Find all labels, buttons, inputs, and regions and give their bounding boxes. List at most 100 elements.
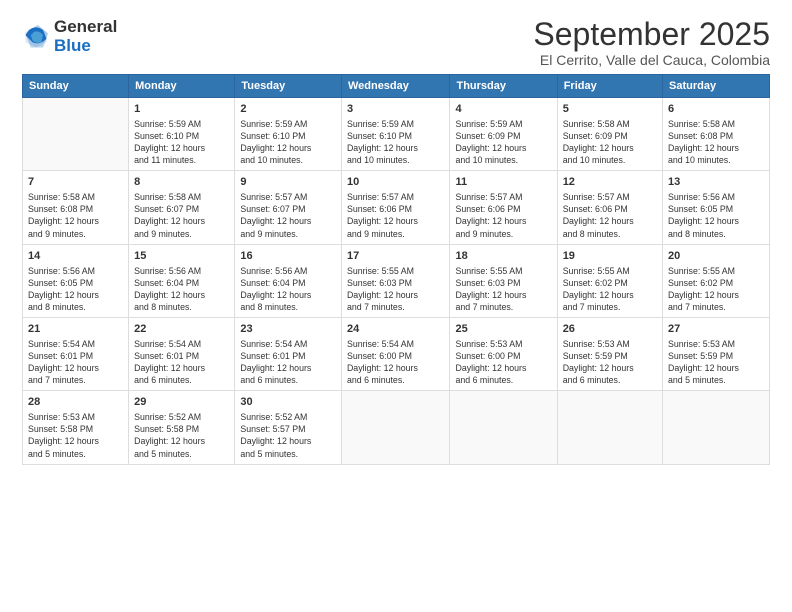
day-cell: 10Sunrise: 5:57 AMSunset: 6:06 PMDayligh… <box>341 171 450 244</box>
day-cell: 14Sunrise: 5:56 AMSunset: 6:05 PMDayligh… <box>23 244 129 317</box>
day-cell: 18Sunrise: 5:55 AMSunset: 6:03 PMDayligh… <box>450 244 557 317</box>
day-detail: Sunrise: 5:53 AMSunset: 5:59 PMDaylight:… <box>668 338 764 387</box>
day-number: 2 <box>240 102 336 117</box>
day-cell: 9Sunrise: 5:57 AMSunset: 6:07 PMDaylight… <box>235 171 342 244</box>
day-detail: Sunrise: 5:57 AMSunset: 6:06 PMDaylight:… <box>563 191 657 240</box>
day-number: 12 <box>563 175 657 190</box>
day-cell: 29Sunrise: 5:52 AMSunset: 5:58 PMDayligh… <box>129 391 235 464</box>
day-number: 16 <box>240 249 336 264</box>
day-number: 7 <box>28 175 123 190</box>
day-number: 8 <box>134 175 229 190</box>
day-detail: Sunrise: 5:56 AMSunset: 6:05 PMDaylight:… <box>28 265 123 314</box>
day-cell: 12Sunrise: 5:57 AMSunset: 6:06 PMDayligh… <box>557 171 662 244</box>
day-cell <box>557 391 662 464</box>
day-number: 15 <box>134 249 229 264</box>
day-number: 5 <box>563 102 657 117</box>
day-detail: Sunrise: 5:56 AMSunset: 6:04 PMDaylight:… <box>134 265 229 314</box>
day-detail: Sunrise: 5:54 AMSunset: 6:01 PMDaylight:… <box>240 338 336 387</box>
day-detail: Sunrise: 5:55 AMSunset: 6:02 PMDaylight:… <box>563 265 657 314</box>
day-number: 30 <box>240 395 336 410</box>
day-cell: 4Sunrise: 5:59 AMSunset: 6:09 PMDaylight… <box>450 98 557 171</box>
day-cell: 20Sunrise: 5:55 AMSunset: 6:02 PMDayligh… <box>663 244 770 317</box>
logo-text-block: General Blue <box>54 18 117 55</box>
day-cell: 3Sunrise: 5:59 AMSunset: 6:10 PMDaylight… <box>341 98 450 171</box>
day-number: 1 <box>134 102 229 117</box>
week-row-3: 14Sunrise: 5:56 AMSunset: 6:05 PMDayligh… <box>23 244 770 317</box>
day-number: 27 <box>668 322 764 337</box>
day-detail: Sunrise: 5:58 AMSunset: 6:09 PMDaylight:… <box>563 118 657 167</box>
day-number: 25 <box>455 322 551 337</box>
day-cell: 21Sunrise: 5:54 AMSunset: 6:01 PMDayligh… <box>23 318 129 391</box>
day-detail: Sunrise: 5:52 AMSunset: 5:58 PMDaylight:… <box>134 411 229 460</box>
day-detail: Sunrise: 5:55 AMSunset: 6:03 PMDaylight:… <box>455 265 551 314</box>
day-cell: 22Sunrise: 5:54 AMSunset: 6:01 PMDayligh… <box>129 318 235 391</box>
day-cell: 19Sunrise: 5:55 AMSunset: 6:02 PMDayligh… <box>557 244 662 317</box>
day-cell: 15Sunrise: 5:56 AMSunset: 6:04 PMDayligh… <box>129 244 235 317</box>
col-sunday: Sunday <box>23 75 129 98</box>
calendar-header-row: Sunday Monday Tuesday Wednesday Thursday… <box>23 75 770 98</box>
logo-line1: General <box>54 18 117 37</box>
day-cell <box>23 98 129 171</box>
day-detail: Sunrise: 5:56 AMSunset: 6:04 PMDaylight:… <box>240 265 336 314</box>
day-cell: 8Sunrise: 5:58 AMSunset: 6:07 PMDaylight… <box>129 171 235 244</box>
day-detail: Sunrise: 5:59 AMSunset: 6:10 PMDaylight:… <box>240 118 336 167</box>
col-wednesday: Wednesday <box>341 75 450 98</box>
day-cell: 28Sunrise: 5:53 AMSunset: 5:58 PMDayligh… <box>23 391 129 464</box>
day-detail: Sunrise: 5:54 AMSunset: 6:01 PMDaylight:… <box>134 338 229 387</box>
day-cell <box>450 391 557 464</box>
day-cell: 24Sunrise: 5:54 AMSunset: 6:00 PMDayligh… <box>341 318 450 391</box>
day-number: 18 <box>455 249 551 264</box>
week-row-5: 28Sunrise: 5:53 AMSunset: 5:58 PMDayligh… <box>23 391 770 464</box>
day-detail: Sunrise: 5:53 AMSunset: 5:59 PMDaylight:… <box>563 338 657 387</box>
day-number: 26 <box>563 322 657 337</box>
day-detail: Sunrise: 5:58 AMSunset: 6:08 PMDaylight:… <box>28 191 123 240</box>
day-cell: 7Sunrise: 5:58 AMSunset: 6:08 PMDaylight… <box>23 171 129 244</box>
day-detail: Sunrise: 5:54 AMSunset: 6:01 PMDaylight:… <box>28 338 123 387</box>
day-number: 6 <box>668 102 764 117</box>
day-detail: Sunrise: 5:54 AMSunset: 6:00 PMDaylight:… <box>347 338 445 387</box>
week-row-4: 21Sunrise: 5:54 AMSunset: 6:01 PMDayligh… <box>23 318 770 391</box>
day-cell: 27Sunrise: 5:53 AMSunset: 5:59 PMDayligh… <box>663 318 770 391</box>
day-number: 19 <box>563 249 657 264</box>
day-cell: 17Sunrise: 5:55 AMSunset: 6:03 PMDayligh… <box>341 244 450 317</box>
day-cell <box>341 391 450 464</box>
day-cell: 26Sunrise: 5:53 AMSunset: 5:59 PMDayligh… <box>557 318 662 391</box>
header: General Blue September 2025 El Cerrito, … <box>22 18 770 68</box>
day-cell: 2Sunrise: 5:59 AMSunset: 6:10 PMDaylight… <box>235 98 342 171</box>
day-number: 17 <box>347 249 445 264</box>
day-number: 3 <box>347 102 445 117</box>
day-cell: 5Sunrise: 5:58 AMSunset: 6:09 PMDaylight… <box>557 98 662 171</box>
day-detail: Sunrise: 5:59 AMSunset: 6:09 PMDaylight:… <box>455 118 551 167</box>
day-number: 22 <box>134 322 229 337</box>
day-number: 23 <box>240 322 336 337</box>
col-tuesday: Tuesday <box>235 75 342 98</box>
day-cell: 11Sunrise: 5:57 AMSunset: 6:06 PMDayligh… <box>450 171 557 244</box>
day-number: 13 <box>668 175 764 190</box>
day-detail: Sunrise: 5:58 AMSunset: 6:07 PMDaylight:… <box>134 191 229 240</box>
col-saturday: Saturday <box>663 75 770 98</box>
day-detail: Sunrise: 5:57 AMSunset: 6:07 PMDaylight:… <box>240 191 336 240</box>
day-detail: Sunrise: 5:55 AMSunset: 6:03 PMDaylight:… <box>347 265 445 314</box>
day-detail: Sunrise: 5:53 AMSunset: 5:58 PMDaylight:… <box>28 411 123 460</box>
day-detail: Sunrise: 5:55 AMSunset: 6:02 PMDaylight:… <box>668 265 764 314</box>
col-thursday: Thursday <box>450 75 557 98</box>
day-cell: 13Sunrise: 5:56 AMSunset: 6:05 PMDayligh… <box>663 171 770 244</box>
day-number: 10 <box>347 175 445 190</box>
day-detail: Sunrise: 5:52 AMSunset: 5:57 PMDaylight:… <box>240 411 336 460</box>
day-detail: Sunrise: 5:57 AMSunset: 6:06 PMDaylight:… <box>455 191 551 240</box>
day-detail: Sunrise: 5:59 AMSunset: 6:10 PMDaylight:… <box>134 118 229 167</box>
col-friday: Friday <box>557 75 662 98</box>
day-number: 9 <box>240 175 336 190</box>
calendar: Sunday Monday Tuesday Wednesday Thursday… <box>22 74 770 465</box>
week-row-2: 7Sunrise: 5:58 AMSunset: 6:08 PMDaylight… <box>23 171 770 244</box>
day-number: 11 <box>455 175 551 190</box>
day-cell: 23Sunrise: 5:54 AMSunset: 6:01 PMDayligh… <box>235 318 342 391</box>
col-monday: Monday <box>129 75 235 98</box>
location-title: El Cerrito, Valle del Cauca, Colombia <box>533 52 770 68</box>
day-cell: 1Sunrise: 5:59 AMSunset: 6:10 PMDaylight… <box>129 98 235 171</box>
day-detail: Sunrise: 5:53 AMSunset: 6:00 PMDaylight:… <box>455 338 551 387</box>
day-number: 20 <box>668 249 764 264</box>
logo: General Blue <box>22 18 117 55</box>
day-number: 21 <box>28 322 123 337</box>
logo-icon <box>22 23 50 51</box>
